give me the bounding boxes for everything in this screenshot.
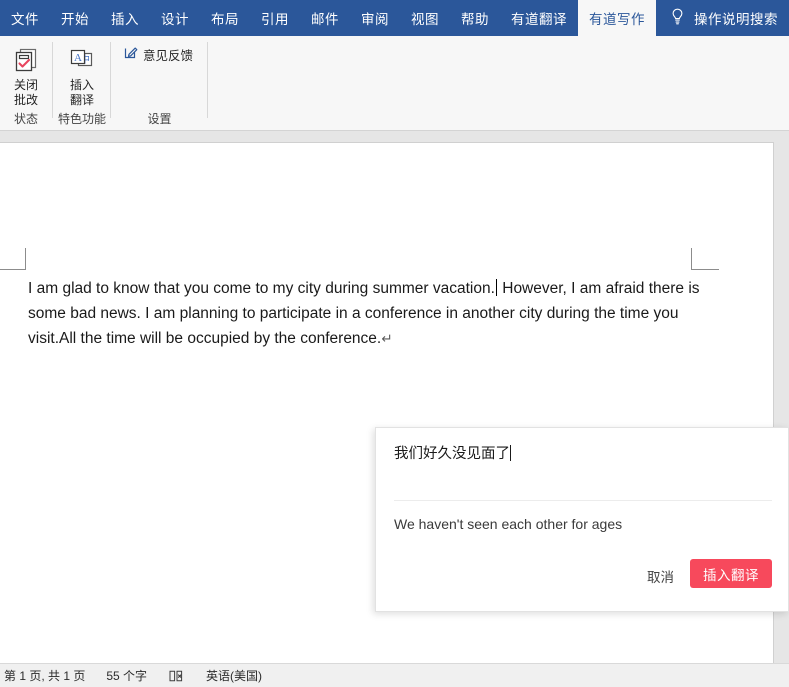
ribbon-tab-bar: 文件 开始 插入 设计 布局 引用 邮件 审阅 视图 帮助 有道翻译 有道写作 … bbox=[0, 0, 789, 36]
ribbon-group-features-title: 特色功能 bbox=[54, 110, 110, 127]
ribbon-tab-design[interactable]: 设计 bbox=[150, 0, 200, 36]
status-word-count[interactable]: 55 个字 bbox=[106, 667, 147, 684]
translation-source-text: 我们好久没见面了 bbox=[394, 446, 510, 462]
document-scroll-area[interactable]: I am glad to know that you come to my ci… bbox=[0, 131, 789, 663]
paragraph-mark: ↵ bbox=[381, 331, 392, 346]
tell-me-search[interactable]: 操作说明搜索 bbox=[656, 0, 786, 36]
document-body-text[interactable]: I am glad to know that you come to my ci… bbox=[28, 276, 700, 351]
proofing-book-icon[interactable] bbox=[168, 669, 184, 683]
ribbon-tab-home[interactable]: 开始 bbox=[50, 0, 100, 36]
status-page-count[interactable]: 第 1 页, 共 1 页 bbox=[4, 667, 85, 684]
status-language[interactable]: 英语(美国) bbox=[206, 667, 262, 684]
ribbon-separator-3 bbox=[207, 42, 208, 118]
ribbon-group-features: 中 A 插入 翻译 特色功能 bbox=[54, 36, 110, 131]
ribbon-separator-2 bbox=[110, 42, 111, 118]
feedback-button[interactable]: 意见反馈 bbox=[124, 45, 193, 64]
ribbon-tab-youdao-writing[interactable]: 有道写作 bbox=[578, 0, 656, 36]
ribbon-tab-file[interactable]: 文件 bbox=[0, 0, 50, 36]
translate-icon: 中 A bbox=[67, 44, 97, 76]
ribbon-tab-insert[interactable]: 插入 bbox=[100, 0, 150, 36]
ribbon-content: 关闭 批改 状态 中 A 插入 翻译 特色功能 bbox=[0, 36, 789, 131]
document-text-before-caret: I am glad to know that you come to my ci… bbox=[28, 280, 495, 297]
ribbon-tab-layout[interactable]: 布局 bbox=[200, 0, 250, 36]
close-correction-label: 关闭 批改 bbox=[14, 78, 38, 108]
ribbon-group-settings: 意见反馈 设置 bbox=[112, 36, 207, 131]
insert-translation-confirm-button[interactable]: 插入翻译 bbox=[690, 559, 772, 588]
ribbon-tab-review[interactable]: 审阅 bbox=[350, 0, 400, 36]
ribbon-tab-youdao-translate[interactable]: 有道翻译 bbox=[500, 0, 578, 36]
svg-text:A: A bbox=[74, 52, 82, 64]
insert-translation-label: 插入 翻译 bbox=[70, 78, 94, 108]
margin-marker-left bbox=[0, 248, 27, 270]
ribbon-tab-view[interactable]: 视图 bbox=[400, 0, 450, 36]
translation-input-cursor bbox=[510, 445, 511, 461]
ribbon-group-settings-title: 设置 bbox=[112, 110, 207, 127]
ribbon-separator-1 bbox=[52, 42, 53, 118]
tell-me-label: 操作说明搜索 bbox=[694, 8, 778, 28]
feedback-label: 意见反馈 bbox=[143, 45, 193, 64]
insert-translation-button[interactable]: 中 A 插入 翻译 bbox=[56, 44, 108, 108]
status-bar: 第 1 页, 共 1 页 55 个字 英语(美国) bbox=[0, 663, 789, 687]
lightbulb-icon bbox=[670, 8, 685, 28]
translation-source-input[interactable]: 我们好久没见面了 bbox=[394, 444, 772, 498]
popup-divider bbox=[394, 500, 772, 501]
ribbon-tab-help[interactable]: 帮助 bbox=[450, 0, 500, 36]
document-check-icon bbox=[12, 44, 40, 76]
translation-result-text: We haven't seen each other for ages bbox=[394, 514, 772, 534]
ribbon-tab-references[interactable]: 引用 bbox=[250, 0, 300, 36]
ribbon-group-status: 关闭 批改 状态 bbox=[0, 36, 52, 131]
margin-marker-right bbox=[691, 248, 719, 270]
cancel-button[interactable]: 取消 bbox=[647, 566, 674, 586]
insert-translation-popup[interactable]: 我们好久没见面了 We haven't seen each other for … bbox=[375, 427, 789, 612]
ribbon-tab-mailings[interactable]: 邮件 bbox=[300, 0, 350, 36]
feedback-pencil-icon bbox=[124, 45, 138, 64]
close-correction-button[interactable]: 关闭 批改 bbox=[0, 44, 52, 108]
text-cursor bbox=[496, 279, 497, 296]
ribbon-group-status-title: 状态 bbox=[0, 110, 52, 127]
